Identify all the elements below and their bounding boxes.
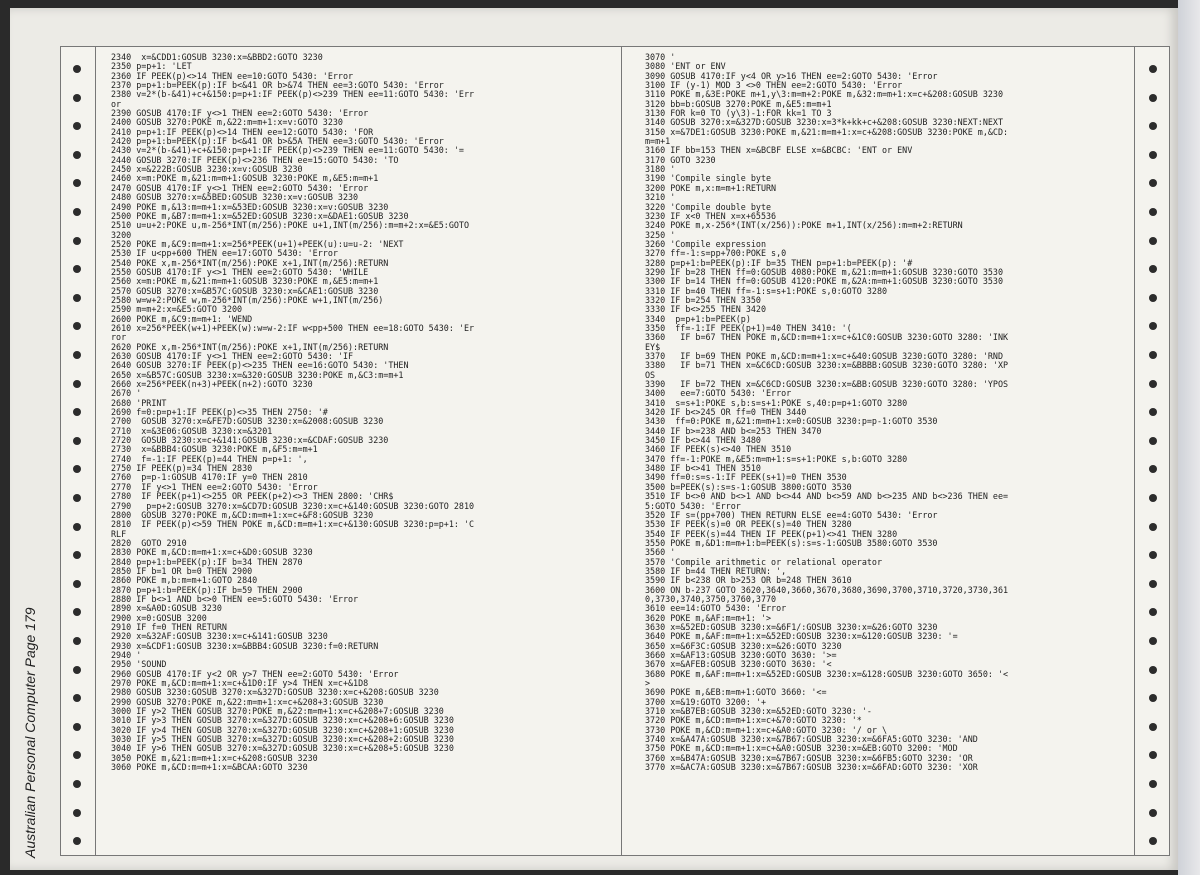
code-line: 3170 GOTO 3230 bbox=[645, 154, 716, 165]
sprocket-hole bbox=[73, 436, 81, 445]
sprocket-hole bbox=[73, 265, 81, 274]
code-line: 3380 IF b=71 THEN x=&C6CD:GOSUB 3230:x=&… bbox=[645, 360, 1009, 371]
sprocket-hole bbox=[1149, 808, 1157, 817]
code-line: 3200 POKE m,x:m=m+1:RETURN bbox=[645, 182, 777, 193]
page-sidebar: Australian Personal Computer Page 179 bbox=[20, 138, 50, 858]
sprocket-hole bbox=[1149, 665, 1157, 674]
sprocket-hole bbox=[73, 780, 81, 788]
code-line: 3150 x=&7DE1:GOSUB 3230:POKE m,&21:m=m+1… bbox=[645, 126, 1009, 137]
code-line: 3060 POKE m,&CD:m=m+1:x=&BCAA:GOTO 3230 bbox=[111, 762, 308, 773]
sprocket-hole bbox=[73, 494, 81, 502]
page-edge bbox=[1178, 0, 1200, 875]
sprocket-hole bbox=[1149, 751, 1157, 760]
code-line: 2930 x=&CDF1:GOSUB 3230:x=&BBB4:GOSUB 32… bbox=[111, 640, 379, 651]
left-margin-rule bbox=[95, 47, 96, 855]
sprocket-hole bbox=[1149, 694, 1157, 703]
code-line: 2670 ' bbox=[111, 388, 142, 399]
sprocket-hole bbox=[73, 351, 81, 359]
sprocket-hole bbox=[73, 150, 81, 159]
code-line: 3360 IF b=67 THEN POKE m,&CD:m=m+1:x=c+&… bbox=[645, 332, 1009, 343]
sprocket-hole bbox=[1149, 293, 1157, 302]
sprocket-hole bbox=[1149, 122, 1157, 131]
sprocket-hole bbox=[73, 65, 81, 73]
sprocket-hole bbox=[73, 293, 81, 302]
sprocket-hole bbox=[73, 208, 81, 216]
listing-column-right: 3070 ' 3080 'ENT or ENV 3090 GOSUB 4170:IF… bbox=[645, 53, 1125, 849]
code-line: 2940 ' bbox=[111, 650, 142, 660]
publication-title: Australian Personal Computer Page 179 bbox=[22, 607, 38, 858]
sprocket-hole bbox=[1149, 837, 1157, 846]
sprocket-hole bbox=[73, 837, 81, 846]
sprocket-hole bbox=[1149, 608, 1157, 617]
sprocket-hole bbox=[73, 408, 81, 417]
sprocket-hole bbox=[73, 808, 81, 817]
code-line: 2510 u=u+2:POKE u,m-256*INT(m/256):POKE … bbox=[111, 220, 469, 231]
code-line: 3550 POKE m,&D1:m=m+1:b=PEEK(s):s=s-1:GO… bbox=[645, 537, 938, 548]
sprocket-hole bbox=[1149, 579, 1157, 588]
sprocket-hole bbox=[1149, 436, 1157, 445]
code-line: 2810 IF PEEK(p)<>59 THEN POKE m,&CD:m=m+… bbox=[111, 519, 475, 530]
sprocket-hole bbox=[1149, 408, 1157, 417]
sprocket-hole bbox=[73, 122, 81, 131]
code-line: 3160 IF bb=153 THEN x=&BCBF ELSE x=&BCBC… bbox=[645, 145, 913, 156]
magazine-page: Australian Personal Computer Page 179 23… bbox=[10, 8, 1178, 870]
sprocket-hole bbox=[1149, 265, 1157, 274]
sprocket-hole bbox=[1149, 522, 1157, 531]
sprocket-hole bbox=[73, 751, 81, 760]
sprocket-hole bbox=[1149, 65, 1157, 73]
sprocket-hole bbox=[1149, 208, 1157, 216]
sprocket-hole bbox=[73, 522, 81, 531]
sprocket-hole bbox=[1149, 322, 1157, 331]
sprocket-hole bbox=[73, 465, 81, 474]
code-line: 2610 x=256*PEEK(w+1)+PEEK(w):w=w-2:IF w<… bbox=[111, 322, 475, 333]
sprocket-hole bbox=[73, 694, 81, 703]
tractor-holes-right bbox=[1143, 53, 1163, 853]
code-line: 3680 POKE m,&AF:m=m+1:x=&52ED:GOSUB 3230… bbox=[645, 668, 1009, 679]
sprocket-hole bbox=[1149, 722, 1157, 731]
sprocket-hole bbox=[1149, 551, 1157, 560]
column-divider bbox=[621, 47, 622, 855]
sprocket-hole bbox=[1149, 780, 1157, 788]
sprocket-hole bbox=[1149, 465, 1157, 474]
sprocket-hole bbox=[73, 93, 81, 102]
code-line: 3770 x=&AC7A:GOSUB 3230:x=&7B67:GOSUB 32… bbox=[645, 762, 978, 773]
code-line: 3240 POKE m,x-256*(INT(x/256)):POKE m+1,… bbox=[645, 220, 963, 231]
sprocket-hole bbox=[73, 665, 81, 674]
tractor-holes-left bbox=[67, 53, 87, 853]
code-line: 2660 x=256*PEEK(n+3)+PEEK(n+2):GOTO 3230 bbox=[111, 379, 313, 390]
sprocket-hole bbox=[73, 179, 81, 188]
sprocket-hole bbox=[1149, 93, 1157, 102]
sprocket-hole bbox=[73, 722, 81, 731]
sprocket-hole bbox=[1149, 351, 1157, 359]
sprocket-hole bbox=[1149, 150, 1157, 159]
sprocket-hole bbox=[1149, 236, 1157, 245]
sprocket-hole bbox=[73, 637, 81, 645]
sprocket-hole bbox=[1149, 494, 1157, 502]
listing-column-left: 2340 x=&CDD1:GOSUB 3230:x=&BBD2:GOTO 323… bbox=[111, 53, 611, 849]
sprocket-hole bbox=[73, 322, 81, 331]
program-listing: 2340 x=&CDD1:GOSUB 3230:x=&BBD2:GOTO 323… bbox=[60, 46, 1170, 856]
sprocket-hole bbox=[73, 236, 81, 245]
sprocket-hole bbox=[73, 551, 81, 560]
sprocket-hole bbox=[73, 608, 81, 617]
sprocket-hole bbox=[73, 579, 81, 588]
sprocket-hole bbox=[1149, 379, 1157, 388]
sprocket-hole bbox=[73, 379, 81, 388]
right-margin-rule bbox=[1134, 47, 1135, 855]
sprocket-hole bbox=[1149, 179, 1157, 188]
sprocket-hole bbox=[1149, 637, 1157, 645]
code-line: 2380 v=2*(b-&41)+c+&150:p=p+1:IF PEEK(p)… bbox=[111, 89, 475, 100]
